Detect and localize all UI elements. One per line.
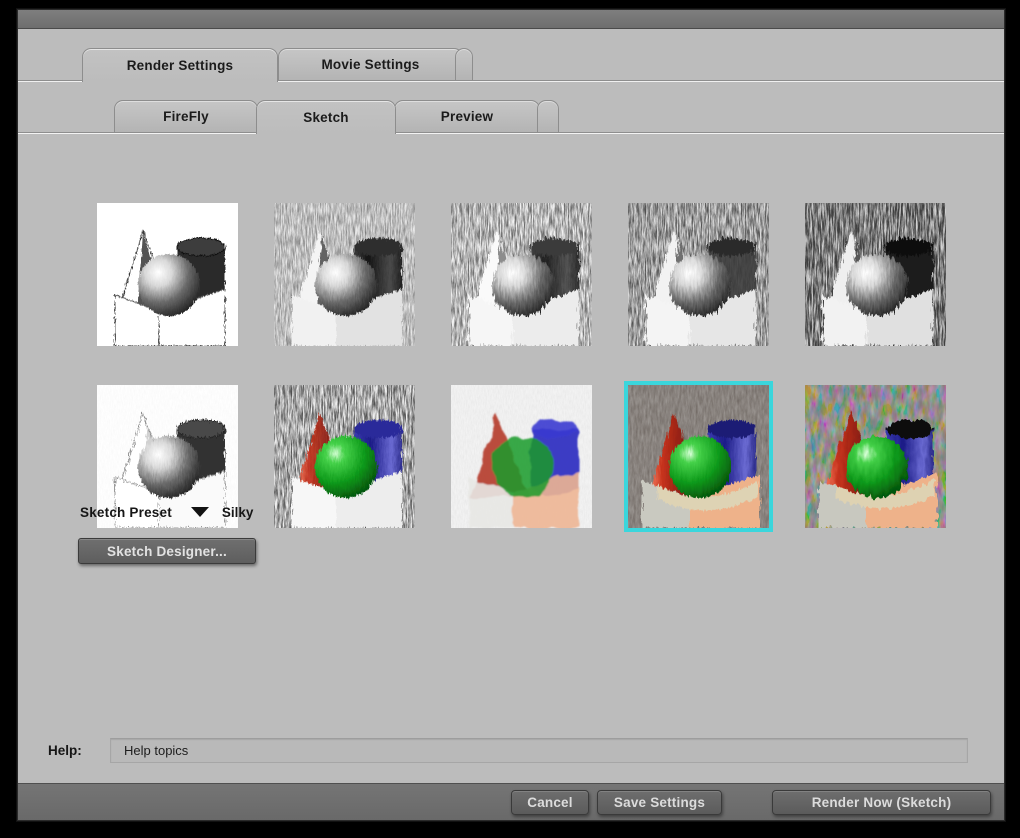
- thumbnail-image-9: [805, 385, 946, 528]
- sketch-preset-label: Sketch Preset: [80, 504, 172, 520]
- render-now-button[interactable]: Render Now (Sketch): [772, 790, 991, 815]
- sketch-preset-value[interactable]: Silky: [222, 505, 254, 520]
- thumbnail-image-0: [97, 203, 238, 346]
- secondary-tab-filler: [537, 100, 559, 132]
- cancel-button[interactable]: Cancel: [511, 790, 589, 815]
- sketch-designer-button[interactable]: Sketch Designer...: [78, 538, 256, 564]
- tab-render-settings[interactable]: Render Settings: [82, 48, 278, 82]
- thumbnail-silky[interactable]: [624, 381, 773, 532]
- render-settings-window: Render Settings Movie Settings FireFly S…: [17, 9, 1005, 821]
- sketch-settings-panel: Sketch Preset Silky Sketch Designer... H…: [18, 134, 1004, 784]
- thumbnail-watercolor[interactable]: [451, 385, 592, 528]
- tab-movie-settings-label: Movie Settings: [321, 57, 420, 72]
- help-label: Help:: [48, 743, 82, 758]
- tab-firefly[interactable]: FireFly: [114, 100, 258, 132]
- thumbnail-image-2: [451, 203, 592, 346]
- window-titlebar[interactable]: [18, 10, 1004, 29]
- save-settings-button-label: Save Settings: [613, 795, 706, 810]
- help-topics-field[interactable]: Help topics: [110, 738, 968, 763]
- tab-sketch[interactable]: Sketch: [256, 100, 396, 134]
- tab-preview[interactable]: Preview: [394, 100, 540, 132]
- thumbnail-image-8: [628, 385, 769, 528]
- thumbnail-heavy-charcoal[interactable]: [805, 203, 946, 346]
- thumbnail-image-7: [451, 385, 592, 528]
- chevron-down-icon[interactable]: [190, 507, 209, 517]
- tab-sketch-label: Sketch: [303, 110, 349, 125]
- sketch-preset-row: Sketch Preset Silky: [80, 501, 253, 523]
- sketch-designer-button-label: Sketch Designer...: [107, 543, 227, 559]
- help-topics-value: Help topics: [124, 743, 189, 758]
- thumbnail-image-6: [274, 385, 415, 528]
- thumbnail-pencil-outline-light[interactable]: [97, 203, 238, 346]
- tab-firefly-label: FireFly: [163, 109, 209, 124]
- cancel-button-label: Cancel: [527, 795, 573, 810]
- tab-movie-settings[interactable]: Movie Settings: [278, 48, 463, 80]
- thumbnail-charcoal-dark[interactable]: [274, 203, 415, 346]
- secondary-tab-strip: FireFly Sketch Preview: [18, 82, 1004, 134]
- thumbnail-image-4: [805, 203, 946, 346]
- thumbnail-image-1: [274, 203, 415, 346]
- thumbnail-image-3: [628, 203, 769, 346]
- dialog-footer: Cancel Save Settings Render Now (Sketch): [18, 783, 1004, 820]
- thumbnail-color-impressionist[interactable]: [805, 385, 946, 528]
- save-settings-button[interactable]: Save Settings: [597, 790, 722, 815]
- thumbnail-hatch-dark[interactable]: [628, 203, 769, 346]
- tab-preview-label: Preview: [440, 109, 494, 124]
- thumbnail-color-pencil[interactable]: [274, 385, 415, 528]
- screen-root: Render Settings Movie Settings FireFly S…: [0, 0, 1020, 838]
- thumbnail-soft-graphite[interactable]: [451, 203, 592, 346]
- primary-tab-filler: [455, 48, 473, 80]
- help-row: Help: Help topics: [48, 738, 968, 763]
- tab-render-settings-label: Render Settings: [126, 58, 234, 73]
- render-now-button-label: Render Now (Sketch): [811, 795, 952, 810]
- primary-tab-strip: Render Settings Movie Settings: [18, 30, 1004, 82]
